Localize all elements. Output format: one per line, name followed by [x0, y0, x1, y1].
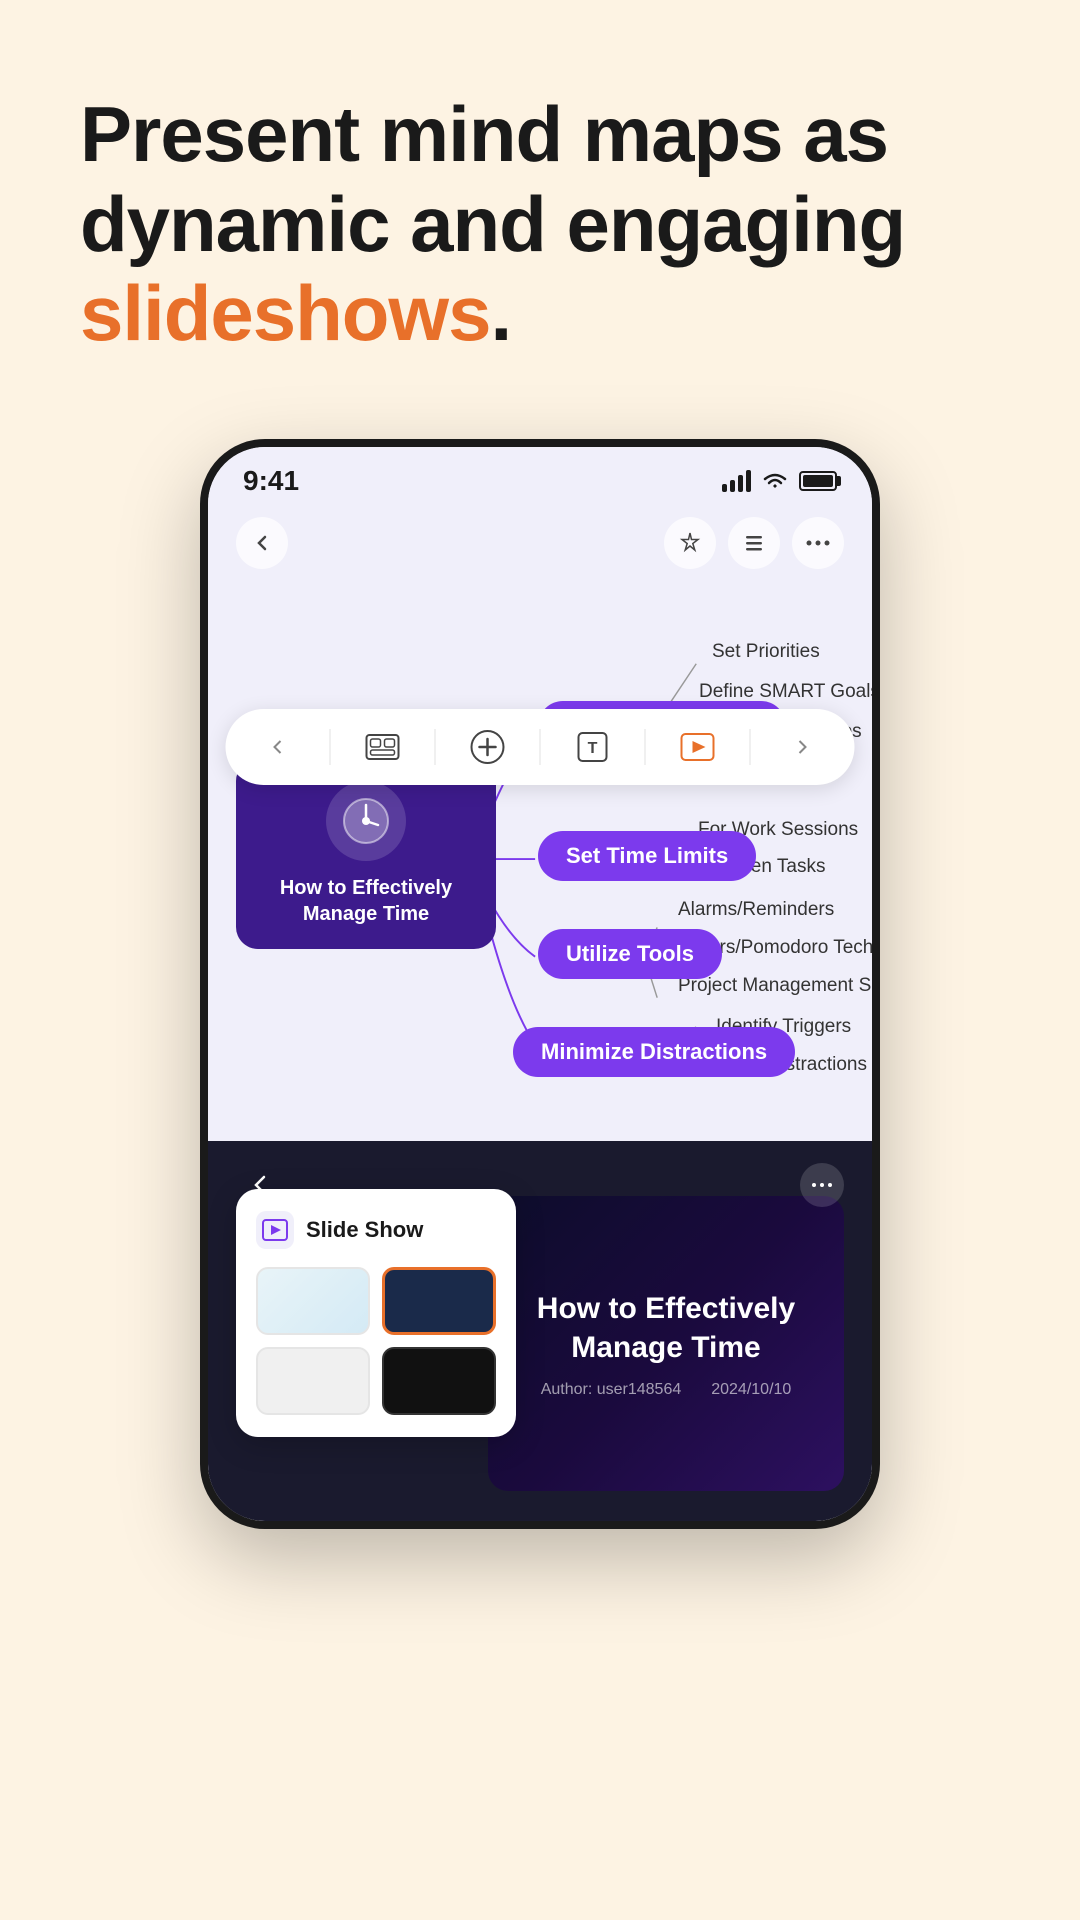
slide-meta: Author: user148564 2024/10/10	[541, 1381, 792, 1399]
clock-icon	[326, 781, 406, 861]
status-icons	[722, 470, 837, 492]
hero-highlight: slideshows	[80, 269, 490, 357]
slide-date: 2024/10/10	[711, 1381, 791, 1399]
popup-title: Slide Show	[306, 1217, 423, 1243]
theme-dark-black[interactable]	[382, 1347, 496, 1415]
slide-preview: How to Effectively Manage Time Author: u…	[488, 1196, 844, 1491]
status-bar: 9:41	[208, 447, 872, 509]
hero-section: Present mind maps as dynamic and engagin…	[0, 0, 1080, 419]
leaf-project-mgmt: Project Management Software	[678, 975, 872, 997]
signal-icon	[722, 470, 751, 492]
hero-line1: Present mind maps as	[80, 90, 888, 178]
mind-map-area: How to Effectively Manage Time Identify …	[208, 581, 872, 1141]
toolbar-add-button[interactable]	[466, 725, 510, 769]
status-time: 9:41	[243, 465, 299, 497]
toolbar-prev-button[interactable]	[256, 725, 300, 769]
hero-title: Present mind maps as dynamic and engagin…	[80, 90, 1000, 359]
wifi-icon	[761, 470, 789, 492]
theme-dark-blue[interactable]	[382, 1267, 496, 1335]
toolbar-present-button[interactable]	[676, 725, 720, 769]
center-node: How to Effectively Manage Time	[236, 759, 496, 949]
slideshow-icon	[256, 1211, 294, 1249]
star-button[interactable]	[664, 517, 716, 569]
leaf-set-priorities: Set Priorities	[712, 641, 820, 663]
overlay-more-button[interactable]	[800, 1163, 844, 1207]
back-button[interactable]	[236, 517, 288, 569]
phone-frame: 9:41	[200, 439, 880, 1529]
toolbar: T	[226, 709, 855, 785]
slide-author: Author: user148564	[541, 1381, 682, 1399]
center-node-title: How to Effectively Manage Time	[236, 875, 496, 927]
app-nav	[208, 509, 872, 581]
node-set-time-limits[interactable]: Set Time Limits	[538, 831, 756, 881]
phone-container: 9:41	[0, 419, 1080, 1529]
bottom-overlay: Slide Show	[208, 1141, 872, 1521]
slideshow-popup: Slide Show	[236, 1189, 516, 1437]
hero-period: .	[490, 269, 511, 357]
toolbar-next-button[interactable]	[781, 725, 825, 769]
node-minimize-distractions[interactable]: Minimize Distractions	[513, 1027, 795, 1077]
popup-theme-grid	[256, 1267, 496, 1415]
hero-line2: dynamic and engaging	[80, 180, 905, 268]
popup-header: Slide Show	[256, 1211, 496, 1249]
leaf-alarms: Alarms/Reminders	[678, 899, 834, 921]
node-utilize-tools[interactable]: Utilize Tools	[538, 929, 722, 979]
toolbar-text-button[interactable]: T	[571, 725, 615, 769]
leaf-define-smart: Define SMART Goals	[699, 681, 872, 703]
toolbar-frame-button[interactable]	[361, 725, 405, 769]
list-button[interactable]	[728, 517, 780, 569]
nav-right-buttons	[664, 517, 844, 569]
theme-light-plain[interactable]	[256, 1347, 370, 1415]
battery-icon	[799, 471, 837, 491]
more-button[interactable]	[792, 517, 844, 569]
svg-text:T: T	[588, 740, 598, 757]
theme-light-gradient[interactable]	[256, 1267, 370, 1335]
slide-title: How to Effectively Manage Time	[516, 1289, 816, 1367]
